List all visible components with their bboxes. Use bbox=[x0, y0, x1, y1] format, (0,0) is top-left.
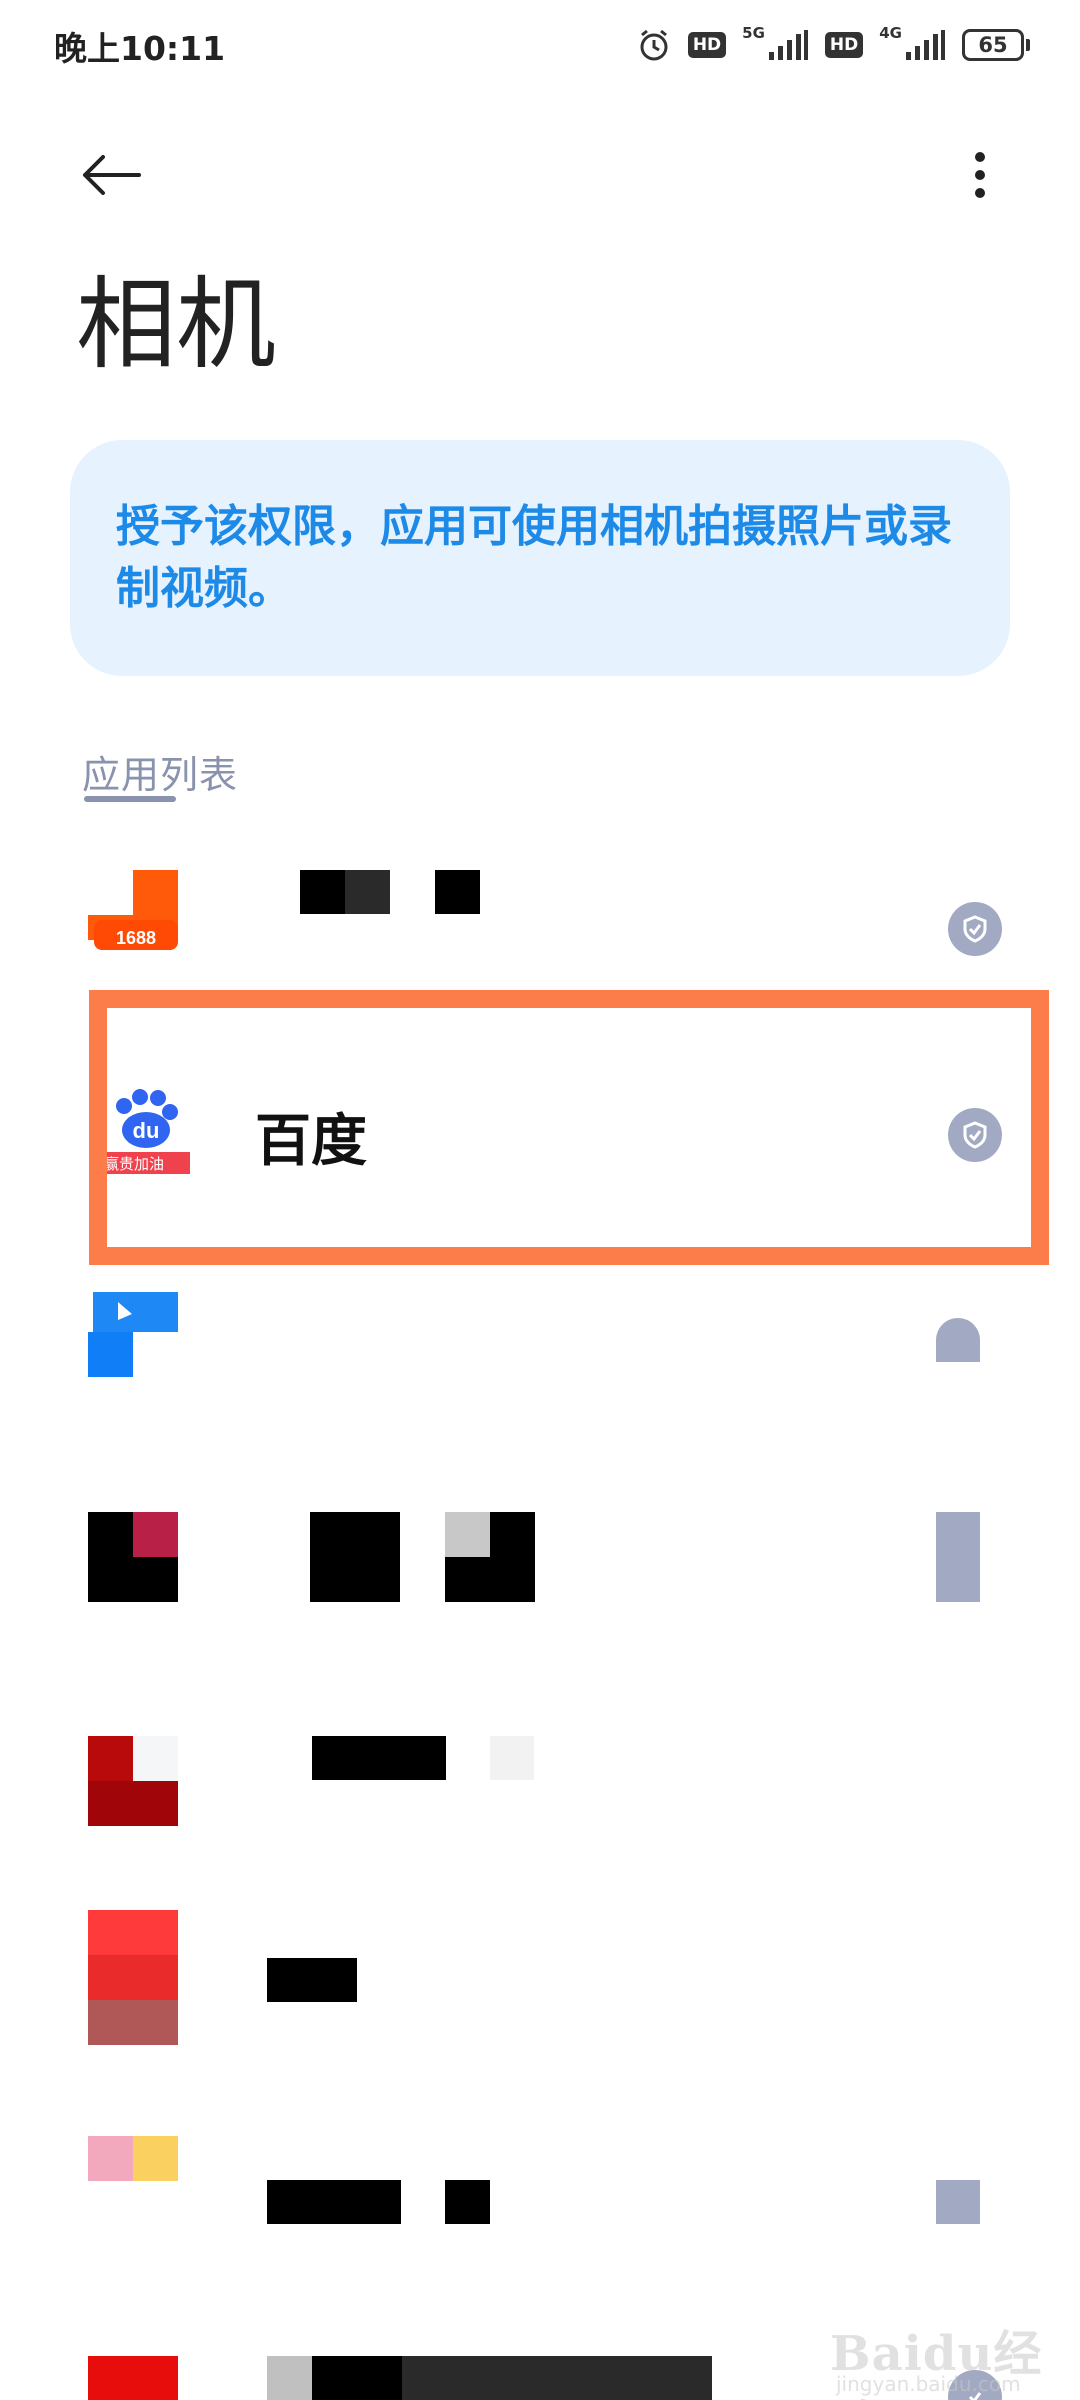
status-bar: 晚上10:11 HD 5G HD 4G 65 bbox=[0, 0, 1080, 90]
app-row[interactable] bbox=[0, 1720, 1080, 1910]
app-row[interactable] bbox=[0, 1500, 1080, 1690]
permission-description: 授予该权限，应用可使用相机拍摄照片或录制视频。 bbox=[116, 501, 952, 614]
alarm-icon bbox=[636, 27, 672, 63]
permission-info-card: 授予该权限，应用可使用相机拍摄照片或录制视频。 bbox=[70, 440, 1010, 676]
more-options-button[interactable] bbox=[940, 140, 1020, 210]
red-app-icon-2 bbox=[88, 1910, 178, 2045]
arrow-left-icon bbox=[83, 155, 141, 195]
battery-icon: 65 bbox=[962, 29, 1030, 61]
red-a-app-icon bbox=[88, 1736, 178, 1826]
signal-4g-icon: 4G bbox=[879, 24, 946, 60]
hd-badge-2: HD bbox=[824, 32, 864, 58]
pink-yellow-app-icon bbox=[88, 2136, 178, 2181]
back-button[interactable] bbox=[66, 140, 156, 210]
section-underline bbox=[84, 796, 176, 802]
app-row[interactable] bbox=[0, 2130, 1080, 2320]
status-icons: HD 5G HD 4G 65 bbox=[636, 22, 1030, 68]
page-title: 相机 bbox=[76, 266, 276, 383]
more-vertical-icon bbox=[975, 152, 985, 198]
status-partial-icon bbox=[936, 1318, 980, 1362]
status-partial-icon bbox=[936, 2180, 980, 2224]
watermark-subtext: jingyan.baidu.com bbox=[836, 2372, 1021, 2396]
red-app-icon-3 bbox=[88, 2356, 178, 2400]
network-5g-label: 5G bbox=[742, 24, 765, 42]
baidu-jingyan-watermark: Baidu经验 jingyan.baidu.com bbox=[830, 2300, 1070, 2400]
status-partial-icon bbox=[936, 1512, 980, 1602]
app-1688-icon: 1688 bbox=[88, 870, 178, 960]
red-app-icon bbox=[88, 1512, 178, 1602]
status-time: 晚上10:11 bbox=[54, 29, 226, 68]
network-4g-label: 4G bbox=[879, 24, 902, 42]
app-icon-label: 1688 bbox=[116, 928, 156, 948]
highlight-box bbox=[89, 990, 1049, 1265]
status-check-icon bbox=[948, 902, 1002, 956]
app-row[interactable] bbox=[0, 1910, 1080, 2100]
signal-5g-icon: 5G bbox=[742, 24, 809, 60]
battery-level: 65 bbox=[962, 29, 1024, 61]
section-header-app-list: 应用列表 bbox=[82, 753, 239, 797]
hd-badge-1: HD bbox=[687, 32, 727, 58]
app-row[interactable] bbox=[0, 1280, 1080, 1470]
blue-app-icon bbox=[88, 1292, 178, 1382]
